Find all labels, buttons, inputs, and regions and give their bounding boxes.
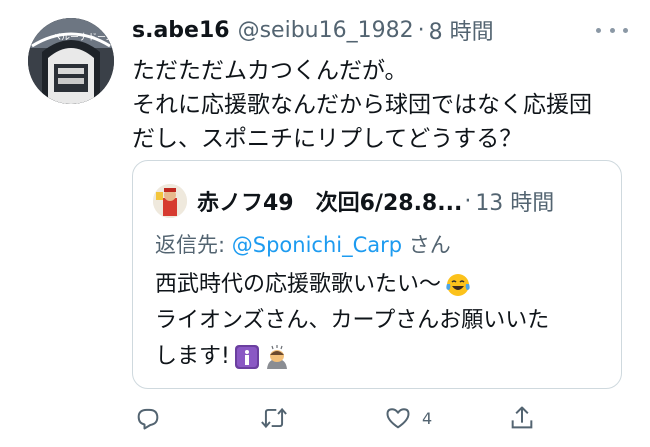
separator-dot: · (417, 17, 425, 43)
tweet-text-line: だし、スポニチにリプしてどうする？ (132, 126, 523, 152)
quoted-display-name[interactable]: 赤ノフ49 次回6/28.8... (197, 185, 462, 217)
tweet-header: s.abe16 @seibu16_1982 · 8 時間 (132, 12, 494, 48)
retweet-icon (261, 407, 287, 429)
tweet-text: ただただムカつくんだが。 それに応援歌なんだから球団ではなく応援団 だし、スポニ… (132, 54, 632, 156)
quoted-text-line: 西武時代の応援歌歌いたい〜 (155, 272, 442, 297)
retweet-button[interactable] (259, 402, 289, 434)
avatar[interactable]: ベルーナドーム (28, 18, 114, 104)
share-button[interactable] (508, 402, 536, 434)
quoted-timestamp: 13 時間 (475, 191, 555, 216)
separator-dot: · (464, 188, 472, 214)
quoted-text-line-3: します! (155, 339, 605, 375)
reply-button[interactable] (134, 402, 162, 434)
avatar-image: ベルーナドーム (28, 18, 114, 104)
quoted-avatar (153, 184, 187, 218)
reply-mention[interactable]: @Sponichi_Carp (232, 233, 402, 257)
reply-suffix: さん (402, 233, 451, 257)
like-icon (386, 408, 410, 429)
quoted-text-line: します! (155, 344, 230, 369)
timestamp[interactable]: 8 時間 (429, 14, 494, 46)
avatar-sign: ベルーナドーム (52, 32, 114, 43)
handle[interactable]: @seibu16_1982 (238, 18, 414, 43)
tweet-actions: 4 (132, 396, 552, 440)
information-icon (234, 345, 259, 369)
reply-to: 返信先: @Sponichi_Carp さん (155, 229, 451, 259)
reply-prefix: 返信先: (155, 233, 232, 257)
reply-icon (137, 408, 159, 430)
quoted-text: 西武時代の応援歌歌いたい〜 ライオンズさん、カープさんお願いいた します! (155, 267, 605, 375)
more-options-icon[interactable] (592, 18, 632, 42)
person-bowing-icon (266, 345, 287, 369)
tweet-text-line: ただただムカつくんだが。 (132, 58, 408, 84)
tweet-text-line: それに応援歌なんだから球団ではなく応援団 (132, 92, 592, 118)
quoted-text-line-1: 西武時代の応援歌歌いたい〜 (155, 267, 605, 303)
face-with-tears-of-joy-icon (446, 274, 470, 296)
share-icon (511, 406, 533, 429)
display-name[interactable]: s.abe16 (132, 18, 230, 43)
quoted-tweet[interactable]: 赤ノフ49 次回6/28.8... · 13 時間 返信先: @Sponichi… (132, 160, 622, 389)
quoted-text-line-2: ライオンズさん、カープさんお願いいた (155, 303, 605, 339)
tweet[interactable]: ベルーナドーム s.abe16 @seibu16_1982 · 8 時間 ただた… (0, 0, 650, 447)
quoted-tweet-header: 赤ノフ49 次回6/28.8... · 13 時間 (153, 183, 554, 219)
like-button[interactable]: 4 (384, 402, 432, 434)
quoted-text-line: ライオンズさん、カープさんお願いいた (155, 308, 550, 333)
like-count: 4 (422, 408, 433, 428)
